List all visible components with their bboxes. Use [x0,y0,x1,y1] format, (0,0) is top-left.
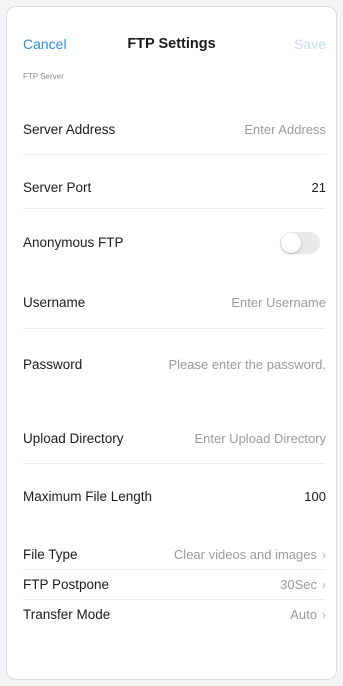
server-port-label: Server Port [23,180,92,195]
settings-screen: Cancel FTP Settings Save FTP Server Serv… [6,6,337,680]
ftp-postpone-label: FTP Postpone [23,577,110,592]
max-file-length-input[interactable]: 100 [304,489,326,504]
section-header-ftp-server: FTP Server [23,72,64,81]
server-port-input[interactable]: 21 [312,180,326,195]
max-file-length-label: Maximum File Length [23,489,153,504]
toggle-knob [281,233,301,253]
save-button[interactable]: Save [294,36,326,52]
upload-directory-label: Upload Directory [23,431,124,446]
file-type-label: File Type [23,547,78,562]
transfer-mode-value-wrap: Auto › [290,607,326,622]
server-address-label: Server Address [23,122,116,137]
divider [23,463,326,464]
chevron-right-icon: › [322,578,326,592]
file-type-value-wrap: Clear videos and images › [174,547,326,562]
chevron-right-icon: › [322,608,326,622]
chevron-right-icon: › [322,548,326,562]
password-input[interactable]: Please enter the password. [168,357,326,372]
navigation-bar: Cancel FTP Settings Save [7,7,336,67]
ftp-postpone-value: 30Sec [280,577,317,592]
divider [23,154,326,155]
divider [23,328,326,329]
file-type-value: Clear videos and images [173,547,317,562]
anonymous-ftp-toggle[interactable] [280,232,320,254]
divider [23,599,326,600]
transfer-mode-value: Auto [290,607,317,622]
divider [23,208,326,209]
divider [23,569,326,570]
anonymous-ftp-label: Anonymous FTP [23,235,124,250]
ftp-postpone-value-wrap: 30Sec › [280,577,326,592]
password-label: Password [23,357,83,372]
server-address-input[interactable]: Enter Address [244,122,326,137]
username-input[interactable]: Enter Username [231,295,326,310]
username-label: Username [23,295,86,310]
page-title: FTP Settings [127,36,216,52]
transfer-mode-label: Transfer Mode [23,607,111,622]
upload-directory-input[interactable]: Enter Upload Directory [195,431,327,446]
